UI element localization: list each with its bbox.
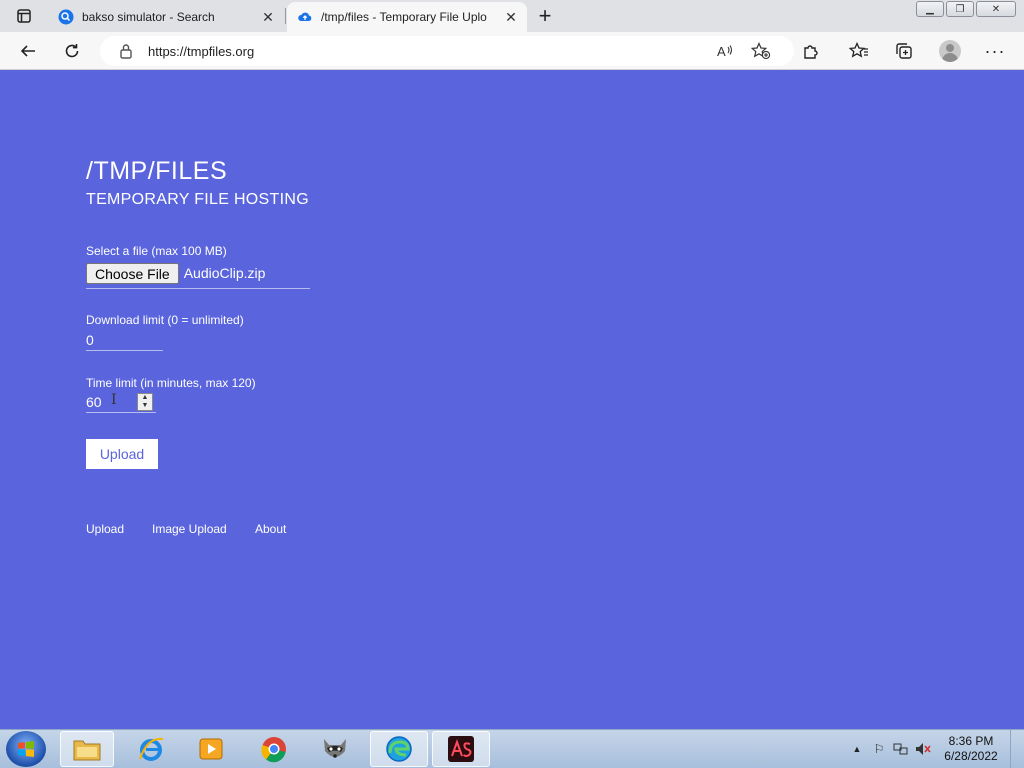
- add-favorite-icon[interactable]: [748, 38, 774, 64]
- folder-icon: [73, 740, 101, 761]
- taskbar-adobe-animate[interactable]: [432, 731, 490, 767]
- taskbar-media-player[interactable]: [184, 731, 238, 767]
- browser-toolbar: https://tmpfiles.org A ···: [0, 32, 1024, 70]
- close-icon[interactable]: ✕: [258, 7, 278, 27]
- system-tray: ▲ ⚐ 8:36 PM 6/28/2022: [848, 730, 1024, 768]
- start-button[interactable]: [6, 731, 46, 767]
- raccoon-icon: [324, 739, 346, 758]
- internet-explorer-icon: [139, 737, 164, 761]
- download-limit-input[interactable]: 0: [86, 329, 163, 351]
- favorites-star-icon: [849, 42, 868, 58]
- url-text: https://tmpfiles.org: [148, 43, 255, 59]
- volume-muted-icon[interactable]: [914, 740, 932, 758]
- tab-actions-button[interactable]: [8, 4, 40, 28]
- profile-button[interactable]: [936, 37, 964, 65]
- clock-time: 8:36 PM: [948, 734, 994, 748]
- clock-date: 6/28/2022: [944, 749, 998, 763]
- chrome-icon: [261, 737, 286, 763]
- windows-logo-icon: [18, 741, 34, 757]
- show-desktop-button[interactable]: [1010, 730, 1024, 768]
- avatar: [939, 40, 961, 62]
- taskbar-internet-explorer[interactable]: [124, 731, 178, 767]
- site-title: /TMP/FILES: [86, 157, 228, 185]
- taskbar: ▲ ⚐ 8:36 PM 6/28/2022: [0, 729, 1024, 768]
- action-center-flag-icon[interactable]: ⚐: [870, 740, 888, 758]
- cloud-upload-icon: [297, 9, 313, 25]
- close-icon[interactable]: ✕: [501, 7, 521, 27]
- tab-tmpfiles[interactable]: /tmp/files - Temporary File Uplo ✕: [287, 2, 527, 32]
- site-subtitle: TEMPORARY FILE HOSTING: [86, 191, 309, 208]
- address-bar[interactable]: https://tmpfiles.org A: [100, 36, 794, 66]
- window-close-button[interactable]: ✕: [976, 1, 1016, 17]
- tab-title: bakso simulator - Search: [82, 10, 215, 24]
- spinner-down-icon[interactable]: ▼: [142, 402, 149, 410]
- download-limit-label: Download limit (0 = unlimited): [86, 313, 244, 327]
- number-spinner[interactable]: ▲ ▼: [137, 393, 153, 411]
- download-limit-value: 0: [86, 331, 94, 348]
- text-cursor-icon: I: [111, 392, 117, 408]
- nav-image-upload-link[interactable]: Image Upload: [152, 522, 227, 536]
- tab-divider: [285, 8, 286, 24]
- back-button[interactable]: [14, 37, 42, 65]
- edge-icon: [386, 736, 412, 762]
- new-tab-button[interactable]: +: [533, 3, 557, 28]
- media-player-icon: [199, 738, 223, 760]
- lock-icon: [118, 43, 134, 59]
- nav-upload-link[interactable]: Upload: [86, 522, 124, 536]
- upload-button[interactable]: Upload: [86, 439, 158, 469]
- refresh-icon: [65, 44, 79, 58]
- tab-actions-icon: [17, 9, 31, 23]
- tab-search[interactable]: bakso simulator - Search ✕: [48, 2, 284, 32]
- window-controls: ▁ ❐ ✕: [916, 1, 1016, 17]
- minimize-button[interactable]: ▁: [916, 1, 944, 17]
- restore-icon: ❐: [955, 3, 965, 15]
- refresh-button[interactable]: [58, 37, 86, 65]
- collections-icon: [896, 43, 912, 59]
- nav-about-link[interactable]: About: [255, 522, 286, 536]
- file-input[interactable]: Choose File AudioClip.zip: [86, 263, 310, 289]
- time-limit-value: 60: [86, 393, 102, 410]
- system-clock[interactable]: 8:36 PM 6/28/2022: [936, 734, 1006, 764]
- taskbar-file-explorer[interactable]: [60, 731, 114, 767]
- selected-file-name: AudioClip.zip: [183, 265, 266, 281]
- tab-title: /tmp/files - Temporary File Uplo: [321, 10, 487, 24]
- settings-more-button[interactable]: ···: [981, 37, 1009, 65]
- collections-button[interactable]: [890, 37, 918, 65]
- adobe-animate-icon: [448, 736, 474, 762]
- extensions-button[interactable]: [797, 37, 825, 65]
- favorites-button[interactable]: [845, 37, 873, 65]
- minimize-icon: ▁: [926, 3, 934, 15]
- restore-button[interactable]: ❐: [946, 1, 974, 17]
- search-icon: [58, 9, 74, 25]
- file-label: Select a file (max 100 MB): [86, 244, 227, 258]
- svg-text:A: A: [717, 44, 726, 59]
- puzzle-icon: [804, 45, 818, 59]
- close-icon: ✕: [991, 3, 1001, 15]
- taskbar-raccoon-app[interactable]: [308, 731, 362, 767]
- page-content: /TMP/FILES TEMPORARY FILE HOSTING Select…: [0, 71, 1024, 729]
- taskbar-edge[interactable]: [370, 731, 428, 767]
- plus-icon: +: [538, 3, 552, 28]
- time-limit-label: Time limit (in minutes, max 120): [86, 376, 256, 390]
- more-dots-icon: ···: [984, 40, 1006, 61]
- read-aloud-icon[interactable]: A: [712, 38, 738, 64]
- network-icon[interactable]: [892, 740, 910, 758]
- spinner-up-icon[interactable]: ▲: [142, 394, 149, 402]
- choose-file-button[interactable]: Choose File: [86, 263, 179, 284]
- show-hidden-icons-icon[interactable]: ▲: [848, 740, 866, 758]
- tab-strip: bakso simulator - Search ✕ /tmp/files - …: [0, 0, 1024, 32]
- back-arrow-icon: [20, 45, 35, 57]
- taskbar-chrome[interactable]: [247, 731, 301, 767]
